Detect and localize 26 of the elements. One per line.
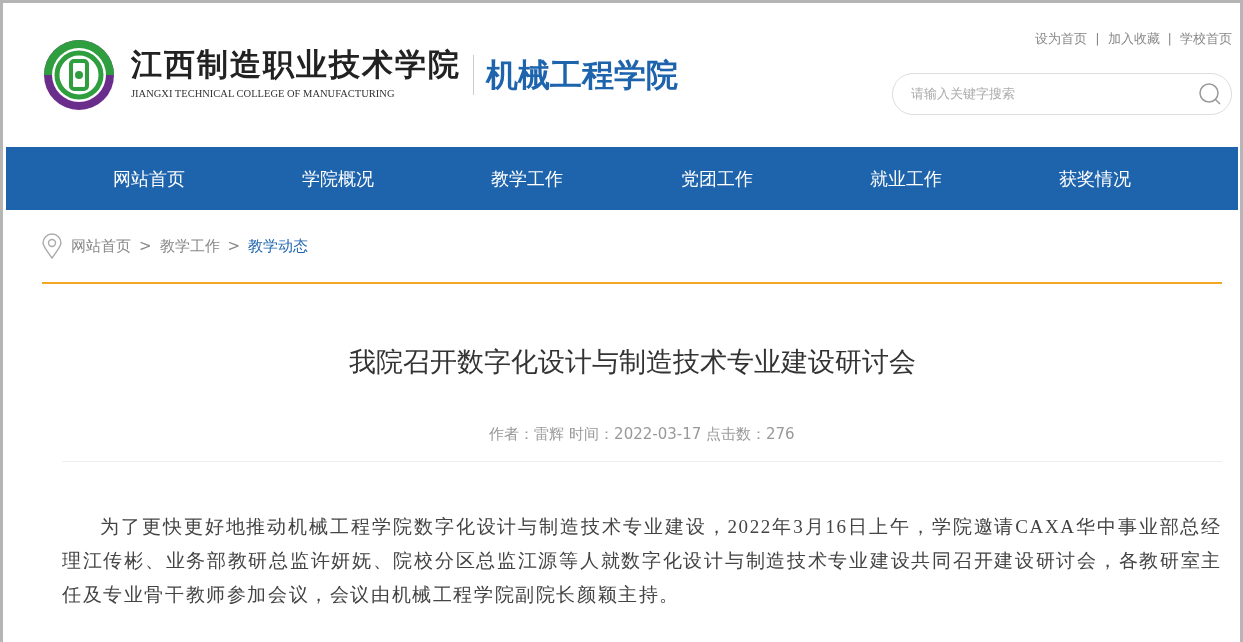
school-name: 江西制造职业技术学院 bbox=[131, 48, 461, 80]
top-link[interactable]: 学校首页 bbox=[1180, 29, 1232, 49]
nav-link[interactable]: 党团工作 bbox=[622, 165, 812, 192]
breadcrumb-separator: > bbox=[139, 235, 152, 257]
article-title: 我院召开数字化设计与制造技术专业建设研讨会 bbox=[347, 345, 917, 379]
link-separator: | bbox=[1095, 30, 1100, 49]
breadcrumb-separator: > bbox=[227, 235, 241, 257]
article-paragraph: 为了更快更好地推动机械工程学院数字化设计与制造技术专业建设，2022年3月16日上午，学院邀请CAXA华中事业部总经理江传彬、业务部教研总监许妍妩、院校分区总监江源等人就数字化设计与制造技术专业建设共同召开建设研讨会，各教研室主任及专业骨干教师参加会议，会议由机械工程学院副院长颜颖主持。 bbox=[62, 515, 1222, 607]
breadcrumb-link[interactable]: 网站首页 bbox=[71, 234, 131, 258]
breadcrumb-link[interactable]: 教学工作 bbox=[159, 234, 220, 258]
location-pin-icon bbox=[41, 233, 63, 259]
article-meta: 作者：雷辉 时间：2022-03-17 点击数：276 bbox=[62, 422, 1222, 462]
nav-link[interactable]: 学院概况 bbox=[243, 165, 433, 192]
nav-link[interactable]: 获奖情况 bbox=[1000, 165, 1190, 192]
link-separator: | bbox=[1167, 30, 1172, 49]
top-link[interactable]: 设为首页 bbox=[1035, 29, 1088, 49]
top-link[interactable]: 加入收藏 bbox=[1107, 29, 1160, 49]
search-field[interactable]: 请输入关键字搜索 bbox=[892, 72, 1232, 115]
search-icon[interactable] bbox=[1198, 81, 1222, 106]
school-logo bbox=[43, 39, 115, 111]
nav-link[interactable]: 就业工作 bbox=[811, 165, 1001, 192]
breadcrumb-link[interactable]: 教学动态 bbox=[248, 234, 309, 258]
school-english-name: JIANGXI TECHNICAL COLLEGE OF MANUFACTURING bbox=[131, 86, 396, 101]
nav-link[interactable]: 教学工作 bbox=[432, 165, 622, 192]
nav-link[interactable]: 网站首页 bbox=[54, 165, 244, 192]
department-title: 机械工程学院 bbox=[486, 55, 678, 96]
